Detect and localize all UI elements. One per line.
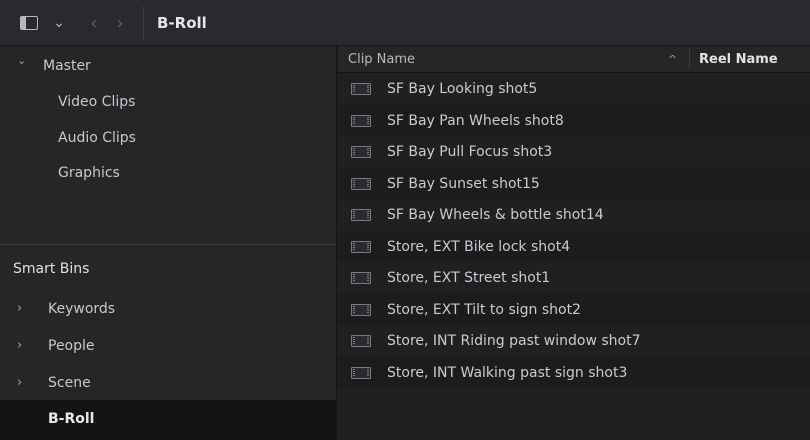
sidebar-toggle-icon[interactable] bbox=[18, 11, 40, 35]
film-clip-icon bbox=[351, 146, 371, 158]
smart-bin-label: B-Roll bbox=[48, 411, 95, 427]
media-pool-window: ⌄ ‹ › B-Roll ⌄ Master Video Clips Audio … bbox=[0, 0, 810, 440]
clip-name: SF Bay Looking shot5 bbox=[387, 81, 538, 97]
clip-row[interactable]: SF Bay Pull Focus shot3 bbox=[338, 136, 810, 168]
clip-name: SF Bay Pull Focus shot3 bbox=[387, 144, 553, 160]
smart-bin-broll-selected[interactable]: B-Roll bbox=[0, 400, 336, 440]
clip-name: Store, EXT Tilt to sign shot2 bbox=[387, 301, 581, 318]
clip-name: Store, EXT Bike lock shot4 bbox=[387, 238, 571, 255]
clip-row[interactable]: SF Bay Pan Wheels shot8 bbox=[338, 104, 810, 136]
clip-row[interactable]: SF Bay Looking shot5 bbox=[338, 73, 810, 105]
clip-rows: SF Bay Looking shot5 SF Bay Pan Wheels s… bbox=[338, 73, 810, 388]
master-expand-icon[interactable]: ⌄ bbox=[17, 54, 26, 67]
smart-bins-heading: Smart Bins bbox=[13, 261, 90, 277]
chevron-right-icon[interactable]: › bbox=[17, 338, 22, 353]
bin-graphics[interactable]: Graphics bbox=[58, 165, 120, 181]
film-clip-icon bbox=[351, 240, 371, 253]
clip-row[interactable]: SF Bay Wheels & bottle shot14 bbox=[338, 199, 810, 231]
film-clip-icon bbox=[351, 177, 371, 190]
film-clip-icon bbox=[351, 303, 371, 316]
film-clip-icon bbox=[351, 114, 371, 127]
toolbar: ⌄ ‹ › B-Roll bbox=[0, 0, 810, 46]
bin-master[interactable]: Master bbox=[43, 58, 91, 74]
clip-name: SF Bay Pan Wheels shot8 bbox=[387, 112, 564, 129]
sidebar-divider bbox=[0, 244, 336, 245]
smart-bin-label: Scene bbox=[48, 375, 91, 391]
smart-bin-people[interactable]: › People bbox=[0, 329, 336, 363]
panel-frame-icon bbox=[20, 16, 38, 30]
clip-list-pane: Clip Name ^ Reel Name SF Bay Looking sho… bbox=[338, 46, 810, 440]
smart-bin-scene[interactable]: › Scene bbox=[0, 366, 336, 400]
clip-row[interactable]: Store, EXT Bike lock shot4 bbox=[338, 230, 810, 262]
column-header-reel-name[interactable]: Reel Name bbox=[699, 52, 778, 67]
clip-row[interactable]: SF Bay Sunset shot15 bbox=[338, 167, 810, 199]
bin-sidebar: ⌄ Master Video Clips Audio Clips Graphic… bbox=[0, 46, 337, 440]
smart-bin-keywords[interactable]: › Keywords bbox=[0, 292, 336, 326]
film-clip-icon bbox=[351, 209, 371, 221]
chevron-down-icon[interactable]: ⌄ bbox=[50, 11, 68, 35]
sort-ascending-icon[interactable]: ^ bbox=[668, 53, 677, 66]
forward-arrow-icon[interactable]: › bbox=[112, 11, 128, 35]
film-clip-icon bbox=[351, 366, 371, 379]
film-clip-icon bbox=[351, 272, 371, 284]
clip-name: Store, EXT Street shot1 bbox=[387, 270, 551, 286]
clip-name: Store, INT Walking past sign shot3 bbox=[387, 364, 628, 381]
clip-name: SF Bay Wheels & bottle shot14 bbox=[387, 207, 604, 223]
clip-row[interactable]: Store, EXT Street shot1 bbox=[338, 262, 810, 294]
smart-bin-label: Keywords bbox=[48, 301, 116, 317]
clip-row[interactable]: Store, INT Walking past sign shot3 bbox=[338, 356, 810, 388]
clip-row[interactable]: Store, EXT Tilt to sign shot2 bbox=[338, 293, 810, 325]
column-header-row: Clip Name ^ Reel Name bbox=[338, 46, 810, 73]
clip-name: SF Bay Sunset shot15 bbox=[387, 175, 540, 192]
film-clip-icon bbox=[351, 335, 371, 347]
toolbar-divider bbox=[143, 6, 144, 40]
chevron-right-icon[interactable]: › bbox=[17, 375, 22, 390]
back-arrow-icon[interactable]: ‹ bbox=[86, 11, 102, 35]
current-bin-title: B-Roll bbox=[157, 14, 207, 32]
chevron-right-icon[interactable]: › bbox=[17, 301, 22, 316]
smart-bin-label: People bbox=[48, 338, 95, 354]
bin-audio-clips[interactable]: Audio Clips bbox=[58, 130, 136, 146]
bin-video-clips[interactable]: Video Clips bbox=[58, 94, 135, 110]
column-separator[interactable] bbox=[689, 49, 690, 69]
clip-name: Store, INT Riding past window shot7 bbox=[387, 333, 641, 349]
film-clip-icon bbox=[351, 83, 371, 95]
column-header-clip-name[interactable]: Clip Name bbox=[348, 52, 415, 67]
clip-row[interactable]: Store, INT Riding past window shot7 bbox=[338, 325, 810, 357]
